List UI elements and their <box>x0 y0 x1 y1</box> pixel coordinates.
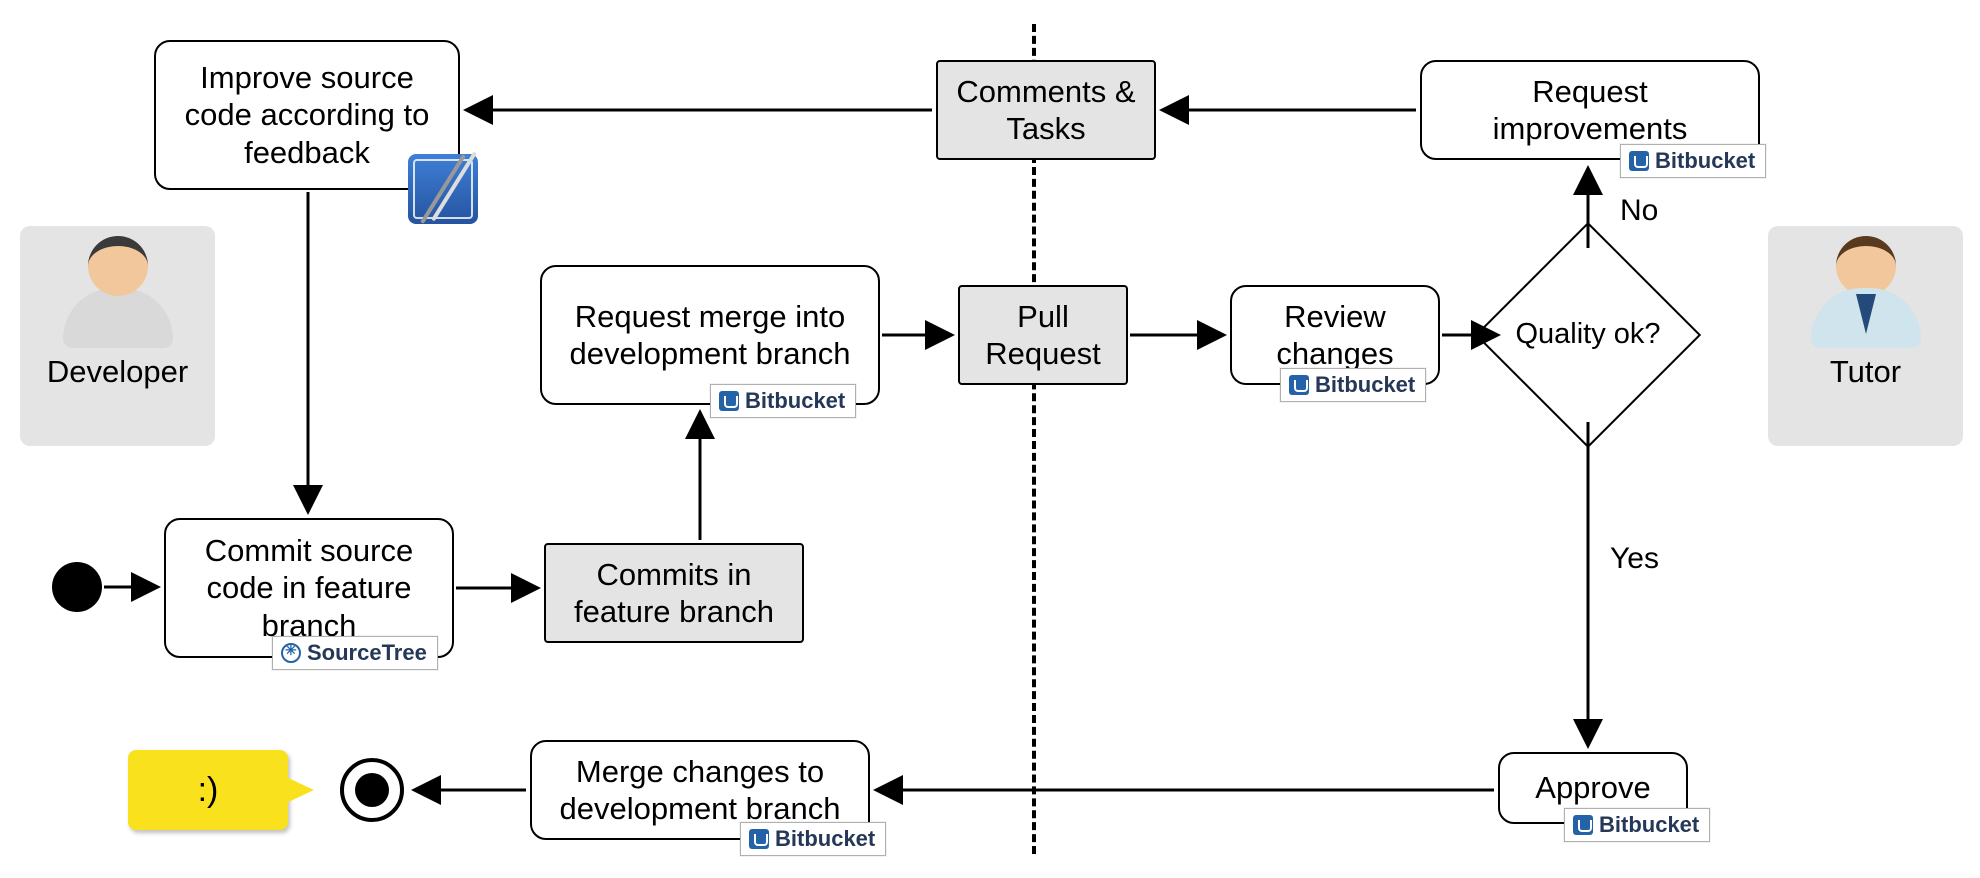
badge-bitbucket-review: Bitbucket <box>1280 368 1426 402</box>
developer-avatar-head <box>88 236 148 296</box>
developer-label: Developer <box>20 354 215 390</box>
bitbucket-icon <box>1573 815 1593 835</box>
badge-bitbucket-merge: Bitbucket <box>740 822 886 856</box>
tutor-label: Tutor <box>1768 354 1963 390</box>
actor-tutor: Tutor <box>1768 226 1963 446</box>
tutor-avatar-head <box>1836 236 1896 296</box>
edge-no: No <box>1620 194 1658 228</box>
node-review-changes-text: Review changes <box>1250 298 1420 372</box>
bitbucket-icon <box>1289 375 1309 395</box>
bitbucket-label-5: Bitbucket <box>775 826 875 852</box>
badge-bitbucket-reqimprove: Bitbucket <box>1620 144 1766 178</box>
node-request-improvements-text: Request improvements <box>1440 73 1740 147</box>
tutor-avatar-body <box>1811 288 1921 348</box>
developer-avatar-body <box>63 288 173 348</box>
badge-sourcetree: SourceTree <box>272 636 438 670</box>
edge-yes: Yes <box>1610 542 1659 576</box>
node-improve-text: Improve source code according to feedbac… <box>174 59 440 171</box>
speech-bubble: :) <box>128 750 288 830</box>
node-commits-object-text: Commits in feature branch <box>564 556 784 630</box>
end-node <box>340 758 404 822</box>
badge-bitbucket-requestmerge: Bitbucket <box>710 384 856 418</box>
node-commits-object: Commits in feature branch <box>544 543 804 643</box>
badge-bitbucket-approve: Bitbucket <box>1564 808 1710 842</box>
node-pull-request: Pull Request <box>958 285 1128 385</box>
actor-developer: Developer <box>20 226 215 446</box>
node-comments-tasks: Comments & Tasks <box>936 60 1156 160</box>
sourcetree-label: SourceTree <box>307 640 427 666</box>
workflow-diagram: Developer Tutor Improve source code acco… <box>0 0 1980 878</box>
node-commit-text: Commit source code in feature branch <box>184 532 434 644</box>
bitbucket-label-2: Bitbucket <box>1315 372 1415 398</box>
bitbucket-label-1: Bitbucket <box>745 388 845 414</box>
bitbucket-icon <box>1629 151 1649 171</box>
node-request-merge-text: Request merge into development branch <box>560 298 860 372</box>
node-comments-tasks-text: Comments & Tasks <box>956 73 1136 147</box>
decision-label: Quality ok? <box>1508 255 1668 415</box>
bitbucket-label-4: Bitbucket <box>1599 812 1699 838</box>
speech-text: :) <box>198 771 219 810</box>
node-approve-text: Approve <box>1535 769 1650 806</box>
start-node <box>52 562 102 612</box>
bitbucket-icon <box>749 829 769 849</box>
node-merge-text: Merge changes to development branch <box>550 753 850 827</box>
decision-quality-ok: Quality ok? <box>1508 255 1668 415</box>
bitbucket-icon <box>719 391 739 411</box>
bitbucket-label-3: Bitbucket <box>1655 148 1755 174</box>
sourcetree-icon <box>281 643 301 663</box>
xcode-icon <box>408 154 478 224</box>
node-pull-request-text: Pull Request <box>978 298 1108 372</box>
